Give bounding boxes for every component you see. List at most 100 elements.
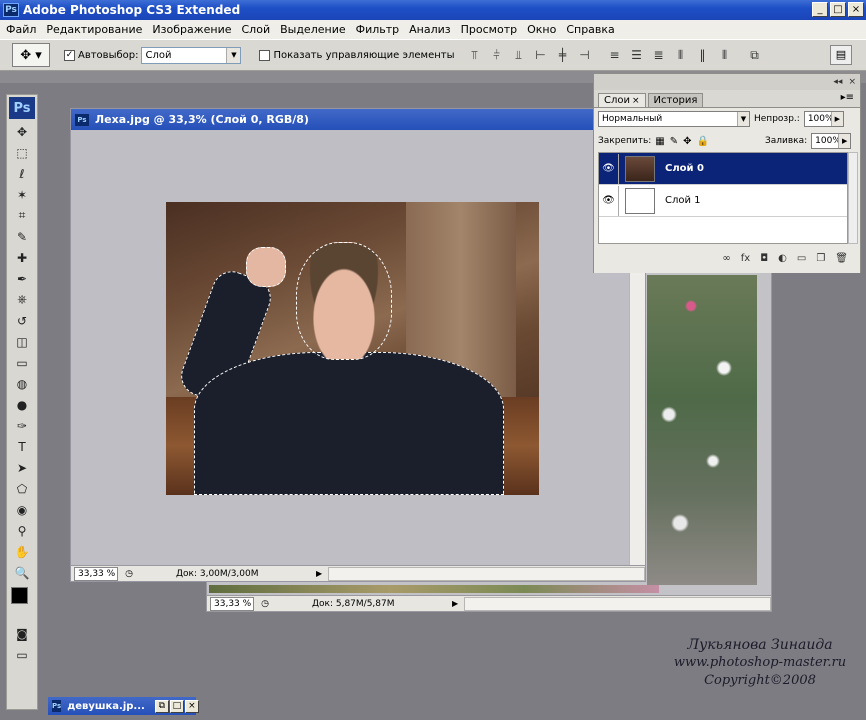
status-menu-icon[interactable]: ▶ (452, 599, 462, 608)
zoom-field[interactable]: 33,33 % (210, 596, 254, 611)
lock-transparency-icon[interactable]: ▦ (655, 136, 664, 147)
info-icon[interactable]: ◷ (258, 599, 272, 609)
align-top-icon[interactable]: ⫪ (467, 48, 483, 63)
chevron-right-icon[interactable]: ▶ (838, 134, 851, 148)
doc-titlebar[interactable]: Ps Леха.jpg @ 33,3% (Слой 0, RGB/8) (71, 109, 645, 130)
align-left-icon[interactable]: ⊢ (533, 48, 549, 63)
tab-history[interactable]: История (647, 93, 704, 107)
status-menu-icon[interactable]: ▶ (316, 569, 326, 578)
foreground-color-swatch[interactable] (11, 587, 28, 604)
auto-align-icon[interactable]: ⧉ (747, 48, 763, 63)
lock-position-icon[interactable]: ✥ (683, 136, 691, 147)
distribute-left-icon[interactable]: ⦀ (673, 48, 689, 63)
close-button[interactable]: × (848, 2, 864, 17)
zoom-field[interactable]: 33,33 % (74, 566, 118, 581)
distribute-top-icon[interactable]: ≡ (607, 48, 623, 63)
maximize-button[interactable]: □ (830, 2, 846, 17)
healing-tool[interactable]: ✚ (7, 247, 37, 268)
menu-help[interactable]: Справка (566, 23, 614, 36)
quick-mask-button[interactable]: ◙ (7, 623, 37, 644)
chevron-right-icon[interactable]: ▶ (830, 112, 843, 126)
move-tool[interactable]: ✥ (7, 121, 37, 142)
align-bottom-icon[interactable]: ⫫ (511, 48, 527, 63)
chevron-down-icon: ▼ (737, 112, 749, 126)
horizontal-scrollbar[interactable] (464, 596, 771, 611)
maximize-button[interactable]: □ (169, 699, 184, 713)
fx-icon[interactable]: fx (741, 253, 750, 271)
shape-tool[interactable]: ⬠ (7, 478, 37, 499)
info-icon[interactable]: ◷ (122, 569, 136, 579)
layer-row-0[interactable]: 👁 Слой 0 (599, 153, 847, 185)
visibility-eye-icon[interactable]: 👁 (599, 153, 619, 184)
document-icon: Ps (52, 700, 62, 712)
hand-tool[interactable]: ✋ (7, 541, 37, 562)
crop-tool[interactable]: ⌗ (7, 205, 37, 226)
link-layers-icon[interactable]: ∞ (722, 253, 730, 271)
notes-tool[interactable]: ◉ (7, 499, 37, 520)
horizontal-scrollbar[interactable] (328, 566, 645, 581)
menu-select[interactable]: Выделение (280, 23, 346, 36)
zoom-tool[interactable]: 🔍 (7, 562, 37, 583)
blend-mode-dropdown[interactable]: Нормальный ▼ (598, 111, 750, 127)
screen-mode-button[interactable]: ▭ (7, 644, 37, 665)
layers-scrollbar[interactable] (848, 152, 858, 244)
menu-analysis[interactable]: Анализ (409, 23, 451, 36)
new-group-icon[interactable]: ▭ (797, 253, 806, 271)
panel-close-icon[interactable]: × (848, 77, 856, 87)
panel-menu-icon[interactable]: ▸≡ (841, 92, 854, 103)
lock-pixels-icon[interactable]: ✎ (670, 136, 678, 147)
slice-tool[interactable]: ✎ (7, 226, 37, 247)
collapse-icon[interactable]: ◂◂ (833, 77, 842, 87)
blur-tool[interactable]: ◍ (7, 373, 37, 394)
menu-edit[interactable]: Редактирование (46, 23, 142, 36)
menu-file[interactable]: Файл (6, 23, 36, 36)
distribute-hcenter-icon[interactable]: ‖ (695, 48, 711, 63)
visibility-eye-icon[interactable]: 👁 (599, 185, 619, 216)
lock-all-icon[interactable]: 🔒 (697, 136, 709, 147)
menu-window[interactable]: Окно (527, 23, 556, 36)
distribute-vcenter-icon[interactable]: ☰ (629, 48, 645, 63)
history-brush-tool[interactable]: ↺ (7, 310, 37, 331)
align-hcenter-icon[interactable]: ╪ (555, 48, 571, 63)
distribute-bottom-icon[interactable]: ≣ (651, 48, 667, 63)
magic-wand-tool[interactable]: ✶ (7, 184, 37, 205)
tab-layers[interactable]: Слои × (598, 93, 646, 107)
dodge-tool[interactable]: ● (7, 394, 37, 415)
show-controls-checkbox[interactable] (259, 49, 271, 61)
workspace-button[interactable]: ▤ (830, 45, 852, 65)
type-tool[interactable]: T (7, 436, 37, 457)
fill-field[interactable]: 100% ▶ (811, 133, 852, 149)
eraser-tool[interactable]: ◫ (7, 331, 37, 352)
minimized-document[interactable]: Ps девушка.jp... ⧉ □ × (48, 697, 199, 715)
restore-button[interactable]: ⧉ (154, 699, 169, 713)
gradient-tool[interactable]: ▭ (7, 352, 37, 373)
stamp-tool[interactable]: ⎈ (7, 289, 37, 310)
new-layer-icon[interactable]: ❐ (816, 253, 825, 271)
marquee-tool[interactable]: ⬚ (7, 142, 37, 163)
add-mask-icon[interactable]: ◘ (760, 253, 768, 271)
align-right-icon[interactable]: ⊣ (577, 48, 593, 63)
opacity-field[interactable]: 100% ▶ (803, 111, 844, 127)
menu-filter[interactable]: Фильтр (356, 23, 400, 36)
layer-row-1[interactable]: 👁 Слой 1 (599, 185, 847, 217)
eyedropper-tool[interactable]: ⚲ (7, 520, 37, 541)
menu-image[interactable]: Изображение (152, 23, 231, 36)
autoselect-checkbox[interactable]: ✓ (64, 49, 75, 61)
adjustment-layer-icon[interactable]: ◐ (778, 253, 787, 271)
path-select-tool[interactable]: ➤ (7, 457, 37, 478)
menu-layer[interactable]: Слой (242, 23, 271, 36)
minimize-button[interactable]: _ (812, 2, 828, 17)
document-window-front[interactable]: Ps Леха.jpg @ 33,3% (Слой 0, RGB/8) 33,3… (70, 108, 646, 582)
canvas-image[interactable] (166, 202, 539, 495)
close-icon[interactable]: × (632, 96, 640, 106)
close-button[interactable]: × (184, 699, 199, 713)
autoselect-dropdown[interactable]: Слой ▼ (141, 46, 242, 64)
pen-tool[interactable]: ✑ (7, 415, 37, 436)
menu-view[interactable]: Просмотр (461, 23, 517, 36)
brush-tool[interactable]: ✒ (7, 268, 37, 289)
lasso-tool[interactable]: ℓ (7, 163, 37, 184)
align-vcenter-icon[interactable]: ⫩ (489, 48, 505, 63)
distribute-right-icon[interactable]: ⫴ (717, 48, 733, 63)
trash-icon[interactable]: 🗑 (835, 253, 848, 271)
tool-preset-picker[interactable]: ✥ ▾ (12, 43, 50, 67)
